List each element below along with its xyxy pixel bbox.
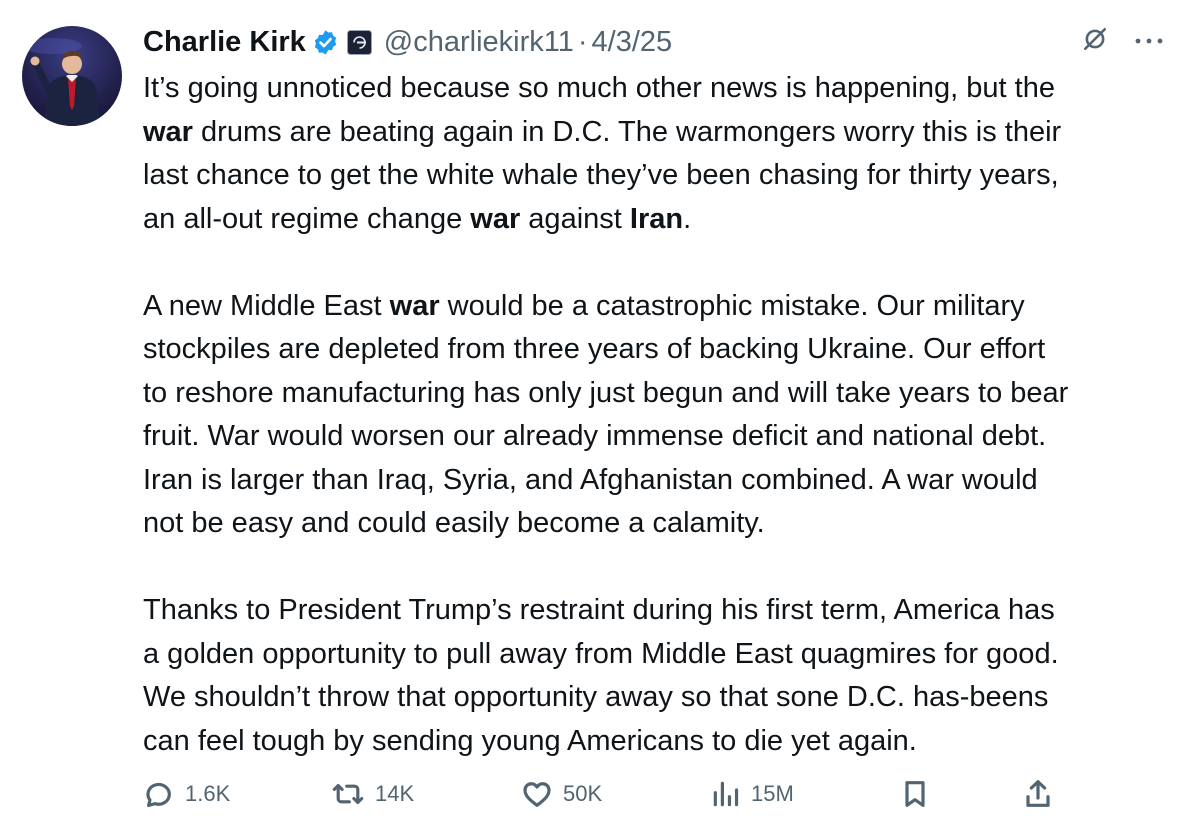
tweet-line: Iran is larger than Iraq, Syria, and Afg… xyxy=(143,459,1173,503)
tweet-line: can feel tough by sending young American… xyxy=(143,720,1173,764)
tweet-line: an all-out regime change war against Ira… xyxy=(143,198,1173,242)
tweet-line: war drums are beating again in D.C. The … xyxy=(143,111,1173,155)
reply-icon xyxy=(143,778,175,810)
text-segment: against xyxy=(520,202,630,235)
text-segment: to reshore manufacturing has only just b… xyxy=(143,376,1069,409)
text-segment: not be easy and could easily become a ca… xyxy=(143,507,765,539)
text-segment: fruit. War would worsen our already imme… xyxy=(143,420,1047,452)
tweet-line: stockpiles are depleted from three years… xyxy=(143,328,1173,372)
views-button[interactable]: 15M xyxy=(711,772,794,816)
text-segment: It’s going unnoticed because so much oth… xyxy=(143,72,1055,104)
text-segment: . xyxy=(683,202,692,235)
tweet-line: to reshore manufacturing has only just b… xyxy=(143,372,1173,416)
tweet-line: We shouldn’t throw that opportunity away… xyxy=(143,676,1173,720)
highlighted-term: war xyxy=(143,115,193,148)
tweet-line: Thanks to President Trump’s restraint du… xyxy=(143,589,1173,633)
text-segment: stockpiles are depleted from three years… xyxy=(143,333,1046,365)
views-count: 15M xyxy=(751,781,794,806)
highlighted-term: war xyxy=(470,202,521,235)
top-actions xyxy=(1082,26,1164,57)
affiliation-badge-icon[interactable] xyxy=(346,29,372,55)
author-name[interactable]: Charlie Kirk xyxy=(143,26,306,59)
text-segment: We shouldn’t throw that opportunity away… xyxy=(143,681,1049,713)
text-segment: would be a catastrophic mistake. Our mil… xyxy=(439,289,1025,322)
tweet-line: not be easy and could easily become a ca… xyxy=(143,502,1173,546)
text-segment: Iran is larger than Iraq, Syria, and Afg… xyxy=(143,463,1038,496)
tweet-line: A new Middle East war would be a catastr… xyxy=(143,285,1173,329)
author-handle[interactable]: @charliekirk11 xyxy=(384,26,574,59)
repost-count: 14K xyxy=(375,781,415,806)
share-icon xyxy=(1023,778,1053,810)
highlighted-term: Iran xyxy=(629,202,684,235)
like-icon xyxy=(521,778,553,810)
text-segment: can feel tough by sending young American… xyxy=(143,724,917,757)
views-icon xyxy=(711,778,741,810)
grok-icon[interactable] xyxy=(1082,26,1108,57)
text-segment: last chance to get the white whale they’… xyxy=(143,159,1059,191)
like-button[interactable]: 50K xyxy=(521,772,602,816)
avatar-photo xyxy=(22,38,100,126)
text-segment: a golden opportunity to pull away from M… xyxy=(143,637,1059,670)
tweet-line: fruit. War would worsen our already imme… xyxy=(143,415,1173,459)
text-segment: an all-out regime change xyxy=(143,202,471,235)
reply-count: 1.6K xyxy=(185,781,231,806)
share-button[interactable] xyxy=(1023,772,1053,816)
highlighted-term: war xyxy=(389,289,440,322)
text-segment: drums are beating again in D.C. The warm… xyxy=(192,115,1062,148)
post-date[interactable]: 4/3/25 xyxy=(592,26,673,59)
tweet-line: last chance to get the white whale they’… xyxy=(143,154,1173,198)
repost-icon xyxy=(331,778,365,810)
reply-button[interactable]: 1.6K xyxy=(143,772,230,816)
action-bar: 1.6K 14K 50K 15M xyxy=(143,772,1063,816)
bookmark-icon xyxy=(900,778,930,810)
like-count: 50K xyxy=(563,781,603,806)
tweet-line: a golden opportunity to pull away from M… xyxy=(143,633,1173,677)
verified-badge-icon[interactable] xyxy=(312,29,339,56)
text-segment: A new Middle East xyxy=(143,289,390,322)
repost-button[interactable]: 14K xyxy=(331,772,414,816)
tweet-header: Charlie Kirk @charliekirk11 · 4/3/25 xyxy=(143,22,672,62)
separator: · xyxy=(577,25,588,58)
more-icon[interactable] xyxy=(1134,33,1164,51)
avatar[interactable] xyxy=(22,26,122,126)
tweet-text: It’s going unnoticed because so much oth… xyxy=(143,67,1173,763)
text-segment: Thanks to President Trump’s restraint du… xyxy=(143,594,1055,626)
tweet-line: It’s going unnoticed because so much oth… xyxy=(143,67,1173,111)
bookmark-button[interactable] xyxy=(900,772,930,816)
